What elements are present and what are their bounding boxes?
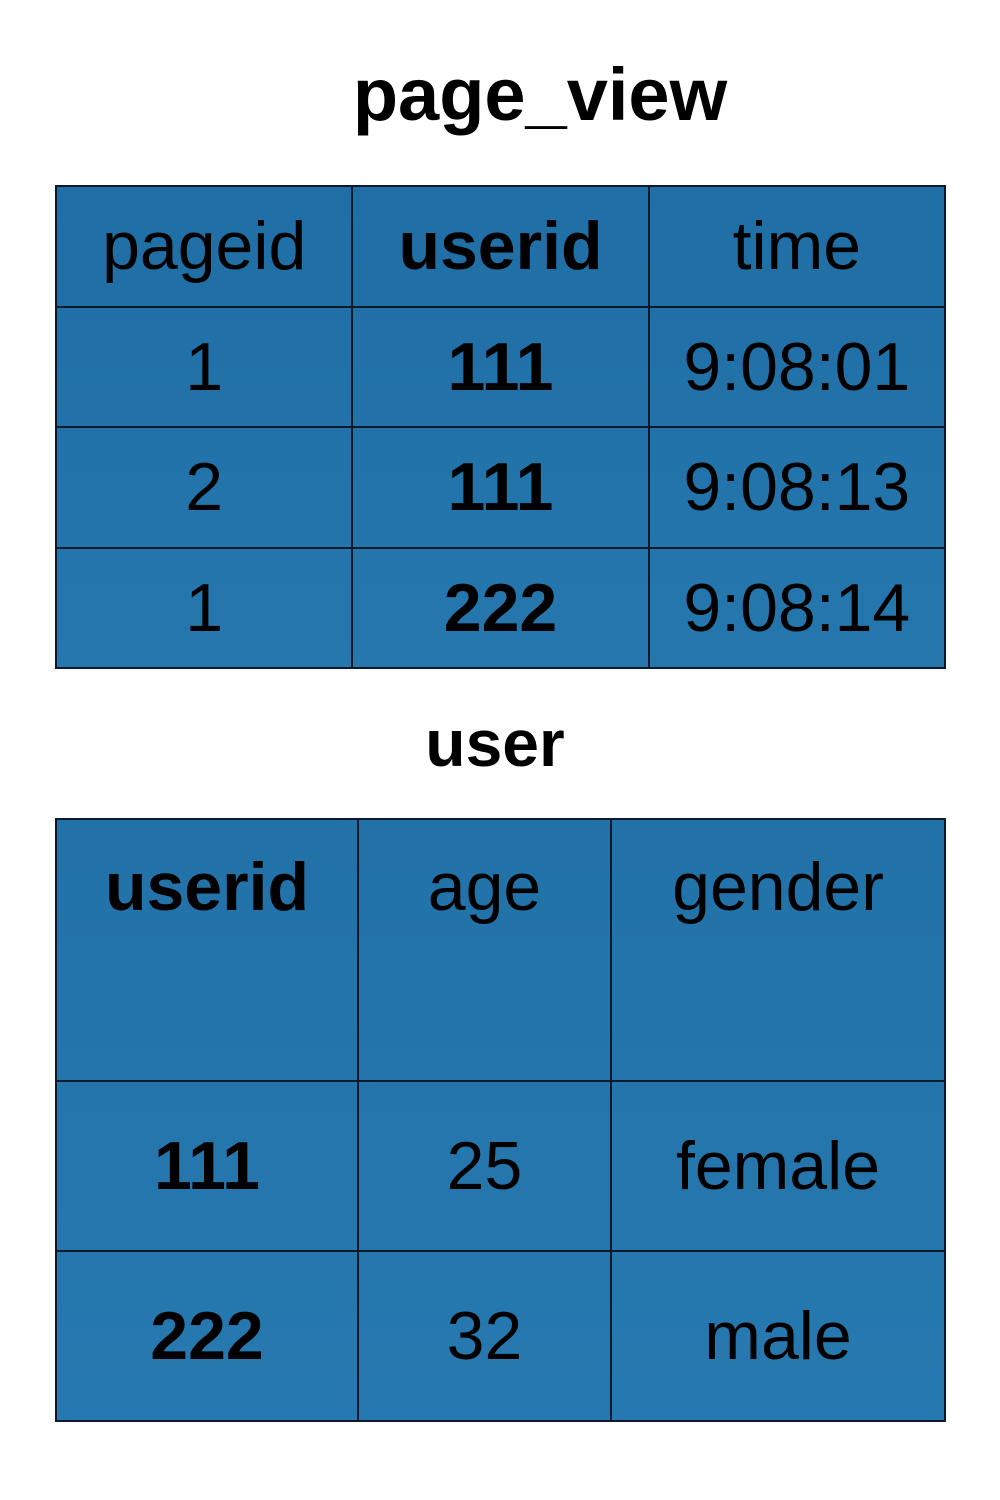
page-view-title: page_view xyxy=(352,53,728,136)
table-header-row: userid age gender xyxy=(55,818,946,1082)
table-row: 111 25 female xyxy=(55,1080,946,1252)
column-header-gender: gender xyxy=(610,818,946,1082)
table-row: 1 111 9:08:01 xyxy=(54,305,947,428)
table-row: 222 32 male xyxy=(55,1250,946,1422)
cell-userid: 111 xyxy=(351,426,650,549)
table-row: 2 111 9:08:13 xyxy=(54,426,947,549)
column-header-age: age xyxy=(357,818,612,1082)
cell-userid: 222 xyxy=(351,546,650,669)
cell-time: 9:08:01 xyxy=(647,305,947,428)
column-header-time: time xyxy=(647,185,947,308)
cell-age: 25 xyxy=(357,1080,612,1252)
table-header-row: pageid userid time xyxy=(54,185,947,308)
cell-gender: female xyxy=(610,1080,946,1252)
cell-age: 32 xyxy=(357,1250,612,1422)
cell-gender: male xyxy=(610,1250,946,1422)
cell-userid: 111 xyxy=(55,1080,359,1252)
column-header-pageid: pageid xyxy=(54,185,354,308)
column-header-userid: userid xyxy=(55,818,359,1082)
page-view-table: pageid userid time 1 111 9:08:01 2 111 9… xyxy=(54,185,947,669)
user-title: user xyxy=(425,706,565,780)
cell-userid: 111 xyxy=(351,305,650,428)
user-table: userid age gender 111 25 female 222 32 m… xyxy=(55,818,946,1422)
cell-userid: 222 xyxy=(55,1250,359,1422)
cell-pageid: 2 xyxy=(54,426,354,549)
cell-time: 9:08:14 xyxy=(647,546,947,669)
cell-time: 9:08:13 xyxy=(647,426,947,549)
cell-pageid: 1 xyxy=(54,305,354,428)
table-row: 1 222 9:08:14 xyxy=(54,546,947,669)
cell-pageid: 1 xyxy=(54,546,354,669)
column-header-userid: userid xyxy=(351,185,650,308)
